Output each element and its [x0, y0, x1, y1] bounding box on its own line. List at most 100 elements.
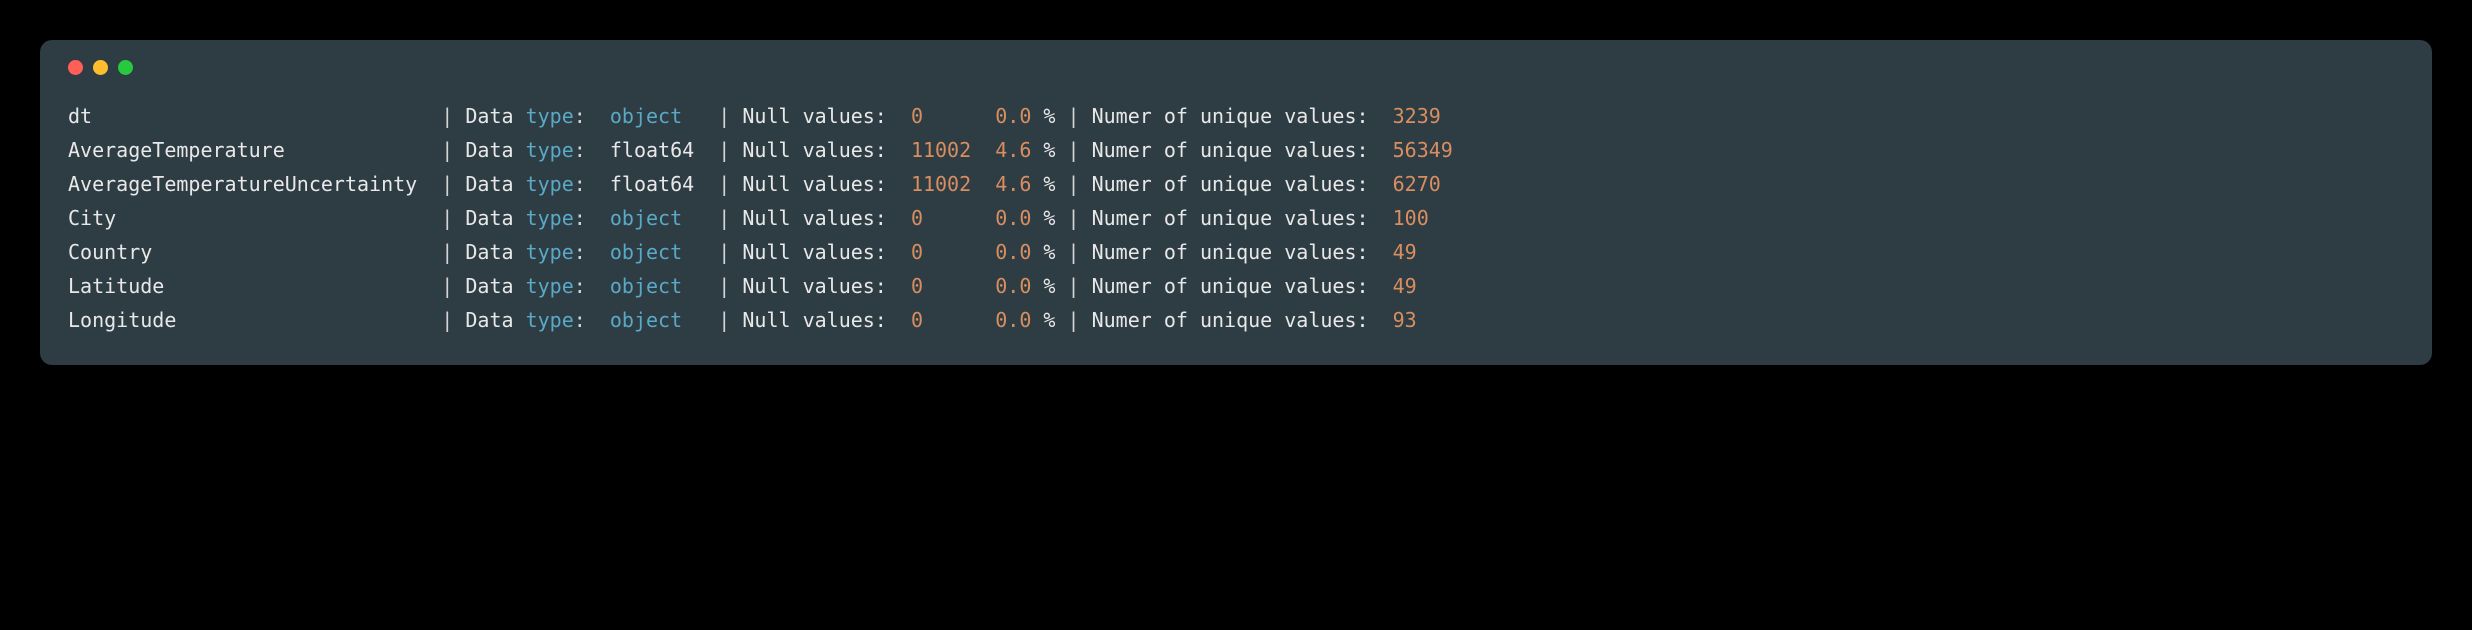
separator: |: [718, 138, 742, 162]
null-percent: 4.6: [995, 138, 1043, 162]
unique-label: Numer of unique values:: [1092, 172, 1393, 196]
dtype-value: float64: [610, 172, 718, 196]
column-name: AverageTemperatureUncertainty: [68, 172, 441, 196]
type-keyword: type: [526, 308, 574, 332]
null-percent: 4.6: [995, 172, 1043, 196]
type-keyword: type: [526, 274, 574, 298]
type-keyword: type: [526, 206, 574, 230]
null-count: 0: [911, 206, 995, 230]
close-button[interactable]: [68, 60, 83, 75]
unique-count: 6270: [1393, 172, 1441, 196]
colon: :: [574, 172, 610, 196]
colon: :: [574, 104, 610, 128]
separator: |: [441, 206, 465, 230]
data-label: Data: [465, 308, 525, 332]
unique-label: Numer of unique values:: [1092, 138, 1393, 162]
separator: |: [718, 104, 742, 128]
null-count: 0: [911, 308, 995, 332]
column-name: dt: [68, 104, 441, 128]
separator: |: [718, 206, 742, 230]
percent-sign: %: [1043, 172, 1067, 196]
null-label: Null values:: [742, 274, 911, 298]
dtype-value: object: [610, 104, 718, 128]
unique-label: Numer of unique values:: [1092, 104, 1393, 128]
unique-count: 56349: [1393, 138, 1453, 162]
column-name: AverageTemperature: [68, 138, 441, 162]
separator: |: [441, 308, 465, 332]
maximize-button[interactable]: [118, 60, 133, 75]
separator: |: [718, 172, 742, 196]
null-count: 11002: [911, 138, 995, 162]
percent-sign: %: [1043, 240, 1067, 264]
dtype-value: float64: [610, 138, 718, 162]
separator: |: [1068, 206, 1092, 230]
separator: |: [718, 308, 742, 332]
dtype-value: object: [610, 206, 718, 230]
output-row: dt | Data type: object | Null values: 0 …: [68, 99, 2404, 133]
separator: |: [718, 240, 742, 264]
unique-count: 100: [1393, 206, 1429, 230]
percent-sign: %: [1043, 206, 1067, 230]
output-row: Country | Data type: object | Null value…: [68, 235, 2404, 269]
unique-count: 93: [1393, 308, 1417, 332]
separator: |: [441, 172, 465, 196]
terminal-window: dt | Data type: object | Null values: 0 …: [40, 40, 2432, 365]
separator: |: [1068, 172, 1092, 196]
null-percent: 0.0: [995, 206, 1043, 230]
dtype-value: object: [610, 308, 718, 332]
output-row: City | Data type: object | Null values: …: [68, 201, 2404, 235]
unique-count: 49: [1393, 240, 1417, 264]
unique-label: Numer of unique values:: [1092, 274, 1393, 298]
minimize-button[interactable]: [93, 60, 108, 75]
percent-sign: %: [1043, 308, 1067, 332]
terminal-output: dt | Data type: object | Null values: 0 …: [68, 99, 2404, 337]
percent-sign: %: [1043, 274, 1067, 298]
type-keyword: type: [526, 138, 574, 162]
column-name: City: [68, 206, 441, 230]
data-label: Data: [465, 172, 525, 196]
null-label: Null values:: [742, 206, 911, 230]
unique-count: 3239: [1393, 104, 1441, 128]
separator: |: [441, 240, 465, 264]
null-count: 0: [911, 104, 995, 128]
separator: |: [441, 138, 465, 162]
percent-sign: %: [1043, 138, 1067, 162]
separator: |: [1068, 274, 1092, 298]
null-label: Null values:: [742, 138, 911, 162]
separator: |: [1068, 104, 1092, 128]
unique-label: Numer of unique values:: [1092, 308, 1393, 332]
unique-label: Numer of unique values:: [1092, 240, 1393, 264]
colon: :: [574, 274, 610, 298]
dtype-value: object: [610, 274, 718, 298]
type-keyword: type: [526, 172, 574, 196]
null-label: Null values:: [742, 172, 911, 196]
unique-label: Numer of unique values:: [1092, 206, 1393, 230]
type-keyword: type: [526, 104, 574, 128]
separator: |: [718, 274, 742, 298]
window-controls: [68, 60, 2404, 75]
output-row: AverageTemperatureUncertainty | Data typ…: [68, 167, 2404, 201]
null-percent: 0.0: [995, 308, 1043, 332]
colon: :: [574, 206, 610, 230]
null-count: 0: [911, 274, 995, 298]
separator: |: [1068, 138, 1092, 162]
column-name: Country: [68, 240, 441, 264]
percent-sign: %: [1043, 104, 1067, 128]
unique-count: 49: [1393, 274, 1417, 298]
separator: |: [441, 104, 465, 128]
colon: :: [574, 308, 610, 332]
separator: |: [1068, 240, 1092, 264]
data-label: Data: [465, 104, 525, 128]
data-label: Data: [465, 274, 525, 298]
data-label: Data: [465, 138, 525, 162]
colon: :: [574, 138, 610, 162]
column-name: Latitude: [68, 274, 441, 298]
colon: :: [574, 240, 610, 264]
output-row: Longitude | Data type: object | Null val…: [68, 303, 2404, 337]
null-label: Null values:: [742, 240, 911, 264]
null-count: 0: [911, 240, 995, 264]
data-label: Data: [465, 206, 525, 230]
column-name: Longitude: [68, 308, 441, 332]
separator: |: [441, 274, 465, 298]
null-percent: 0.0: [995, 240, 1043, 264]
